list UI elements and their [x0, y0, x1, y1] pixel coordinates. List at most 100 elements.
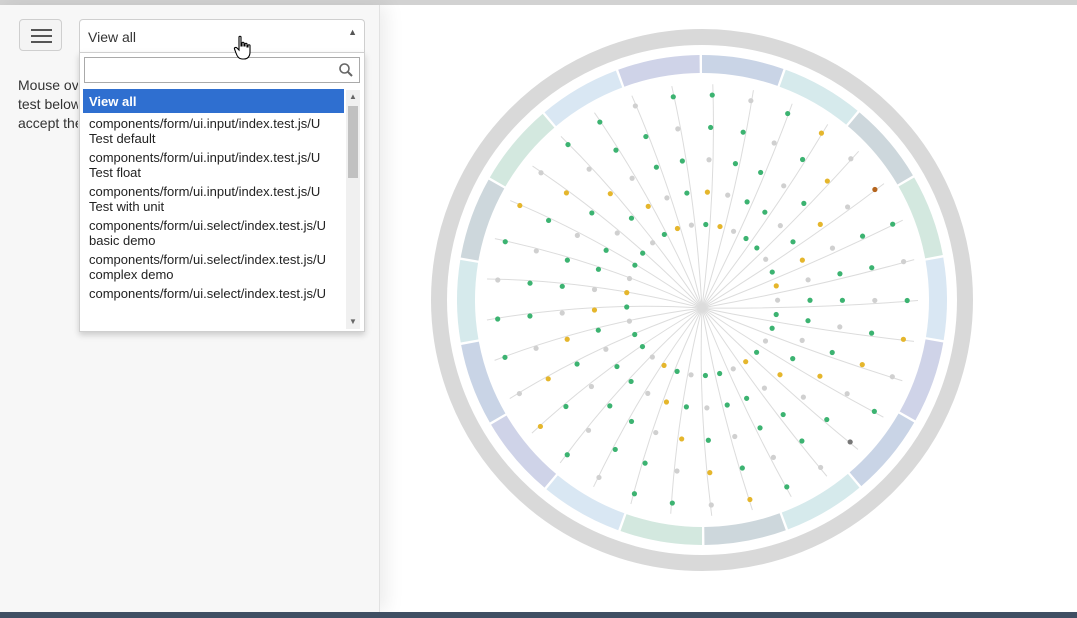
- test-node[interactable]: [743, 359, 749, 365]
- select-search-input[interactable]: [87, 60, 345, 80]
- test-node[interactable]: [780, 411, 786, 418]
- test-node[interactable]: [607, 191, 613, 197]
- test-node[interactable]: [624, 304, 630, 310]
- test-node[interactable]: [889, 374, 895, 380]
- test-node[interactable]: [739, 465, 745, 471]
- test-node[interactable]: [748, 98, 754, 104]
- test-node[interactable]: [818, 464, 824, 471]
- test-node[interactable]: [645, 390, 651, 397]
- test-node[interactable]: [817, 221, 823, 227]
- test-node[interactable]: [807, 297, 813, 303]
- test-node[interactable]: [502, 239, 508, 245]
- test-node[interactable]: [900, 336, 906, 342]
- test-node[interactable]: [761, 385, 768, 391]
- test-node[interactable]: [661, 231, 667, 238]
- test-node[interactable]: [790, 356, 796, 362]
- test-node[interactable]: [732, 433, 738, 440]
- test-select[interactable]: View all ▲: [79, 19, 365, 52]
- test-node[interactable]: [868, 330, 875, 336]
- test-node[interactable]: [628, 378, 634, 385]
- test-node[interactable]: [704, 405, 710, 411]
- test-node[interactable]: [717, 370, 723, 377]
- test-node[interactable]: [717, 223, 723, 230]
- test-node[interactable]: [537, 423, 543, 430]
- select-option[interactable]: components/form/ui.input/index.test.js/U…: [83, 147, 344, 181]
- test-node[interactable]: [777, 223, 783, 229]
- test-node[interactable]: [774, 297, 781, 303]
- test-node[interactable]: [565, 141, 571, 148]
- select-option[interactable]: components/form/ui.select/index.test.js/…: [83, 249, 344, 283]
- test-node[interactable]: [613, 147, 619, 153]
- test-node[interactable]: [784, 484, 790, 490]
- test-node[interactable]: [837, 271, 843, 277]
- test-node[interactable]: [533, 345, 539, 351]
- test-node[interactable]: [595, 266, 602, 272]
- test-node[interactable]: [859, 233, 866, 239]
- test-node[interactable]: [669, 500, 675, 506]
- test-node[interactable]: [650, 240, 656, 246]
- test-node[interactable]: [753, 349, 760, 355]
- test-node[interactable]: [805, 318, 811, 324]
- test-node[interactable]: [847, 439, 853, 445]
- test-node[interactable]: [574, 232, 580, 238]
- test-node[interactable]: [818, 130, 825, 136]
- test-node[interactable]: [585, 427, 592, 433]
- test-node[interactable]: [632, 103, 638, 109]
- test-node[interactable]: [824, 178, 830, 184]
- scroll-down-icon[interactable]: ▼: [346, 315, 360, 329]
- test-node[interactable]: [516, 390, 522, 397]
- test-node[interactable]: [502, 354, 508, 360]
- test-node[interactable]: [653, 429, 659, 436]
- test-node[interactable]: [564, 336, 570, 342]
- test-node[interactable]: [871, 408, 877, 414]
- test-node[interactable]: [559, 310, 565, 316]
- scroll-up-icon[interactable]: ▲: [346, 90, 360, 104]
- test-node[interactable]: [679, 158, 685, 164]
- test-node[interactable]: [781, 183, 787, 189]
- test-node[interactable]: [773, 283, 779, 289]
- test-node[interactable]: [801, 200, 807, 206]
- test-node[interactable]: [800, 394, 806, 400]
- test-node[interactable]: [743, 235, 749, 242]
- test-node[interactable]: [612, 446, 618, 453]
- test-node[interactable]: [904, 297, 910, 304]
- test-node[interactable]: [732, 161, 739, 167]
- test-node[interactable]: [829, 245, 836, 251]
- test-node[interactable]: [805, 277, 811, 283]
- test-node[interactable]: [683, 404, 689, 410]
- test-node[interactable]: [628, 418, 635, 425]
- dropdown-scrollbar[interactable]: ▲ ▼: [346, 90, 360, 329]
- scrollbar-thumb[interactable]: [348, 106, 358, 178]
- test-node[interactable]: [684, 190, 690, 196]
- test-node[interactable]: [844, 391, 850, 397]
- test-node[interactable]: [817, 373, 823, 379]
- test-node[interactable]: [704, 189, 710, 195]
- test-node[interactable]: [724, 402, 730, 408]
- test-node[interactable]: [770, 454, 777, 460]
- test-node[interactable]: [545, 376, 551, 382]
- test-node[interactable]: [586, 166, 592, 172]
- test-node[interactable]: [640, 250, 646, 256]
- test-node[interactable]: [628, 215, 635, 221]
- test-node[interactable]: [708, 124, 714, 131]
- test-node[interactable]: [824, 416, 830, 423]
- test-node[interactable]: [758, 169, 764, 176]
- test-node[interactable]: [614, 363, 620, 370]
- test-node[interactable]: [708, 502, 714, 508]
- test-node[interactable]: [626, 318, 633, 324]
- test-node[interactable]: [545, 217, 552, 224]
- test-node[interactable]: [730, 366, 736, 372]
- test-node[interactable]: [740, 129, 746, 135]
- test-node[interactable]: [624, 290, 630, 296]
- test-node[interactable]: [559, 283, 565, 289]
- test-node[interactable]: [762, 338, 769, 344]
- test-node[interactable]: [763, 256, 769, 262]
- test-node[interactable]: [785, 110, 791, 117]
- test-node[interactable]: [588, 383, 595, 390]
- test-node[interactable]: [643, 133, 649, 140]
- test-node[interactable]: [799, 337, 805, 343]
- test-node[interactable]: [744, 395, 750, 401]
- test-node[interactable]: [769, 269, 775, 275]
- test-node[interactable]: [706, 157, 712, 163]
- test-node[interactable]: [730, 228, 737, 234]
